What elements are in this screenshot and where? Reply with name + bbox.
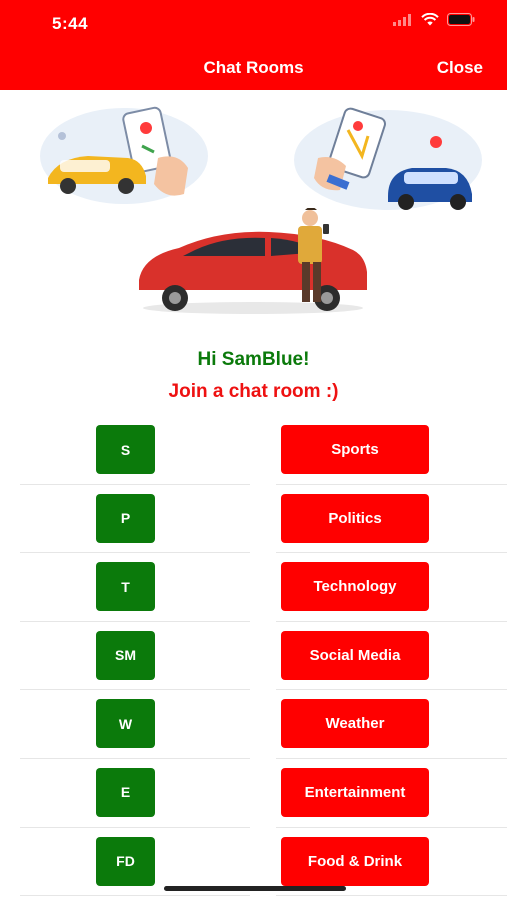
room-row: W Weather [0,690,507,759]
status-icons [393,13,475,26]
car-map-illustration-right [294,107,482,210]
subtitle-text: Join a chat room :) [168,381,339,402]
car-map-illustration-left [40,106,208,204]
room-button[interactable]: Politics [281,493,429,543]
wifi-icon [421,13,439,26]
room-row: E Entertainment [0,759,507,828]
chat-room-list: S Sports P Politics T Technology SM Soci… [0,416,507,897]
room-abbr-button[interactable]: W [96,699,155,749]
room-row: S Sports [0,416,507,485]
room-abbr-button[interactable]: E [96,767,155,817]
room-row: SM Social Media [0,622,507,691]
room-row: P Politics [0,485,507,554]
room-abbr-button[interactable]: S [96,425,155,474]
room-row: T Technology [0,553,507,622]
page-title: Chat Rooms [203,58,304,77]
greeting-text: Hi SamBlue! [197,349,310,370]
room-abbr-button[interactable]: P [96,493,155,543]
room-abbr-button[interactable]: T [96,562,155,612]
room-button[interactable]: Social Media [281,630,429,680]
room-button[interactable]: Food & Drink [281,836,429,886]
home-indicator[interactable] [164,886,346,891]
status-time: 5:44 [52,14,89,33]
divider [276,895,507,897]
header-bar: 5:44 Chat Rooms Close [0,0,507,90]
battery-icon [447,13,475,26]
room-button[interactable]: Entertainment [281,767,429,817]
room-button[interactable]: Technology [281,562,429,612]
room-button[interactable]: Weather [281,699,429,749]
room-button[interactable]: Sports [281,425,429,474]
signal-icon [393,13,411,26]
red-car-person-illustration [139,208,367,314]
room-abbr-button[interactable]: FD [96,836,155,886]
room-abbr-button[interactable]: SM [96,630,155,680]
close-button[interactable]: Close [437,58,483,78]
divider [20,895,250,897]
